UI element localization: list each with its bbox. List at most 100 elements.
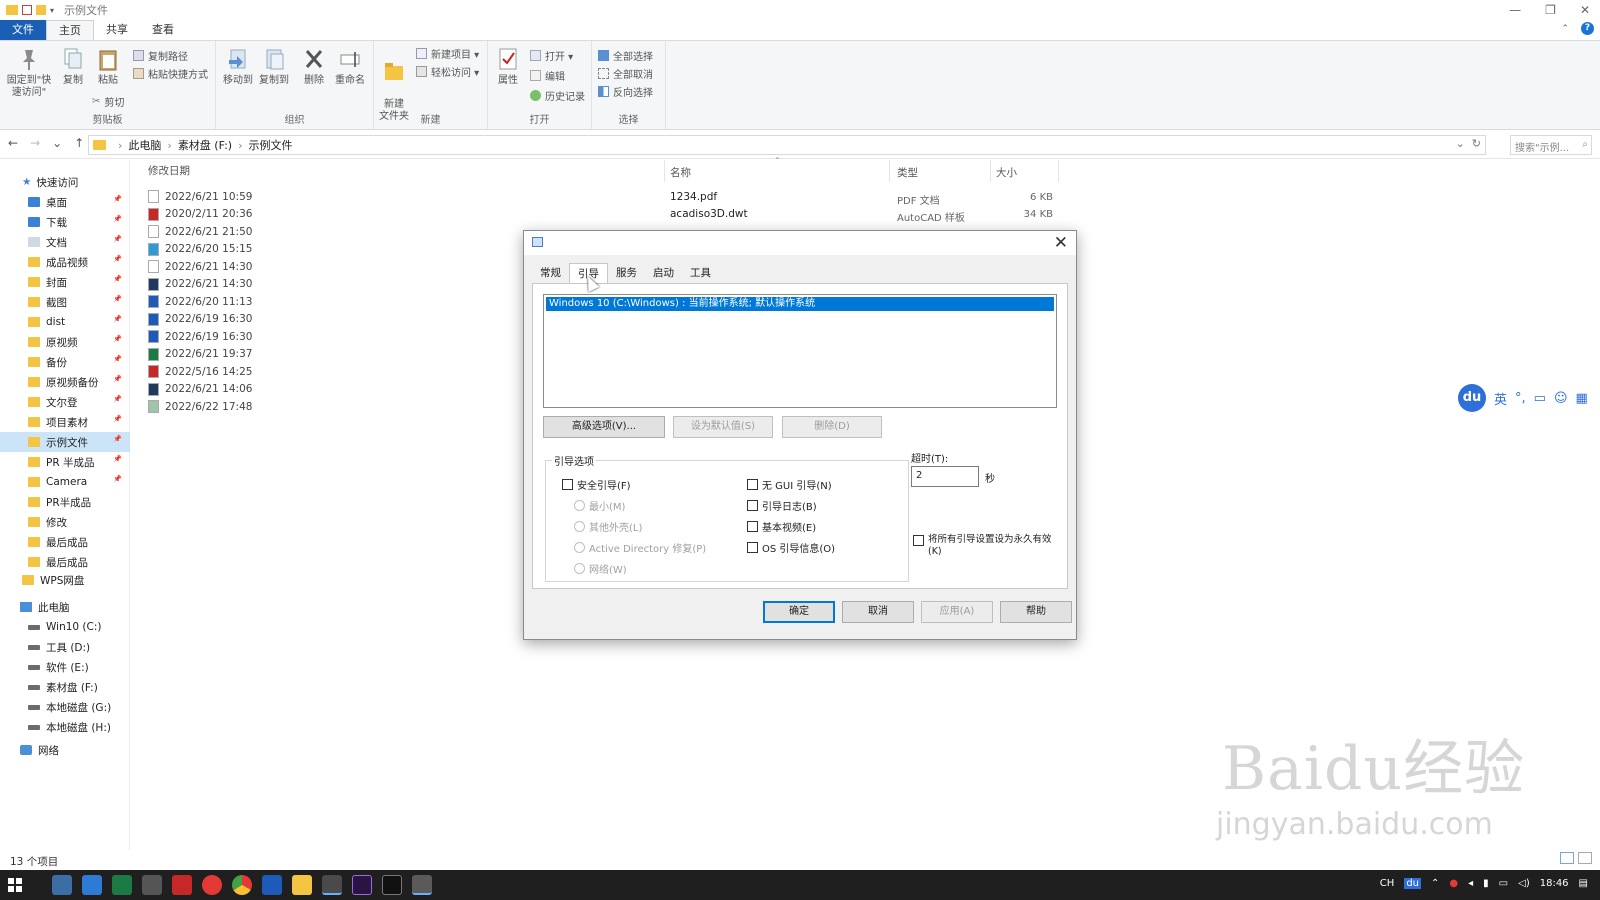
history-button[interactable]: 历史记录 [530, 87, 585, 103]
sidebar-item[interactable]: 文尔登 📌 [0, 392, 130, 412]
cancel-button[interactable]: 取消 [842, 601, 914, 623]
ok-button[interactable]: 确定 [763, 601, 835, 623]
breadcrumb-this-pc[interactable]: 此电脑 [128, 137, 161, 153]
breadcrumb-drive-f[interactable]: 素材盘 (F:) [178, 137, 232, 153]
open-button[interactable]: 打开 ▾ [530, 47, 573, 63]
file-row[interactable]: 2022/5/16 14:25 [148, 363, 252, 380]
boot-entry-list[interactable]: Windows 10 (C:\Windows) : 当前操作系统; 默认操作系统 [543, 294, 1057, 408]
forward-button[interactable]: → [30, 136, 40, 150]
file-row[interactable]: 2022/6/20 11:13 [148, 293, 252, 310]
sidebar-item[interactable]: 桌面 📌 [0, 192, 130, 212]
sidebar-item[interactable]: 文档 📌 [0, 232, 130, 252]
copy-button[interactable]: 复制 [55, 47, 91, 87]
path-dropdown-refresh[interactable]: ⌄ ↻ [1456, 137, 1481, 150]
paste-shortcut-button[interactable]: 粘贴快捷方式 [133, 65, 208, 81]
sidebar-network[interactable]: 网络 [0, 740, 130, 760]
sidebar-item[interactable]: 截图 📌 [0, 292, 130, 312]
file-row[interactable]: 2020/2/11 20:36 [148, 206, 252, 223]
network-radio[interactable]: 网络(W) [574, 561, 627, 576]
sidebar-drive[interactable]: 工具 (D:) [0, 637, 130, 657]
new-item-button[interactable]: 新建项目 ▾ [416, 45, 479, 61]
word-icon[interactable] [262, 875, 282, 895]
properties-button[interactable]: 属性 [490, 47, 526, 87]
collapse-ribbon-icon[interactable]: ⌃ [1561, 24, 1569, 34]
capcut-icon[interactable] [382, 875, 402, 895]
search-input[interactable]: 搜索"示例... ⌕ [1510, 135, 1592, 155]
acrobat-icon[interactable] [172, 875, 192, 895]
no-gui-boot-checkbox[interactable]: 无 GUI 引导(N) [747, 477, 832, 492]
file-row[interactable]: 2022/6/21 19:37 [148, 346, 252, 363]
help-button[interactable]: 帮助 [1000, 601, 1072, 623]
boot-entry-item[interactable]: Windows 10 (C:\Windows) : 当前操作系统; 默认操作系统 [546, 297, 1054, 311]
tab-home[interactable]: 主页 [46, 20, 94, 40]
advanced-options-button[interactable]: 高级选项(V)... [543, 416, 665, 438]
set-default-button[interactable]: 设为默认值(S) [673, 416, 773, 438]
recorder-icon[interactable] [202, 875, 222, 895]
file-row[interactable]: 2022/6/21 10:59 [148, 188, 252, 205]
file-row[interactable]: 2022/6/19 16:30 [148, 328, 252, 345]
sidebar-drive[interactable]: 本地磁盘 (G:) [0, 697, 130, 717]
safe-boot-checkbox[interactable]: 安全引导(F) [562, 477, 631, 492]
sidebar-drive[interactable]: 本地磁盘 (H:) [0, 717, 130, 737]
base-video-checkbox[interactable]: 基本视频(E) [747, 519, 816, 534]
file-row[interactable]: 2022/6/19 16:30 [148, 311, 252, 328]
sidebar-drive[interactable]: 软件 (E:) [0, 657, 130, 677]
new-folder-quick-icon[interactable] [36, 5, 46, 15]
tab-general[interactable]: 常规 [532, 263, 569, 284]
sidebar-this-pc[interactable]: 此电脑 [0, 597, 130, 617]
rename-button[interactable]: 重命名 [332, 47, 368, 87]
active-app-icon[interactable] [322, 875, 342, 895]
sidebar-item[interactable]: 示例文件 📌 [0, 432, 130, 452]
sidebar-item[interactable]: 修改 [0, 512, 130, 532]
select-all-button[interactable]: 全部选择 [598, 47, 653, 63]
tab-share[interactable]: 共享 [94, 20, 140, 40]
msconfig-taskbar-icon[interactable] [412, 875, 432, 895]
column-header-size[interactable]: 大小 [996, 165, 1017, 185]
recent-dropdown-button[interactable]: ⌄ [52, 136, 62, 150]
address-path-box[interactable]: › 此电脑 › 素材盘 (F:) › 示例文件 ⌄ ↻ [88, 135, 1486, 155]
column-header-type[interactable]: 类型 [897, 165, 918, 185]
sidebar-item[interactable]: 下载 📌 [0, 212, 130, 232]
cut-button[interactable]: ✂ 剪切 [92, 93, 124, 109]
minimal-radio[interactable]: 最小(M) [574, 498, 625, 513]
pin-quick-access-button[interactable]: 固定到"快速访问" [4, 47, 54, 99]
microphone-icon[interactable]: ▮ [1483, 878, 1489, 889]
sidebar-quick-access[interactable]: ★ 快速访问 [0, 172, 130, 192]
large-icons-view-icon[interactable] [1578, 852, 1592, 864]
delete-boot-button[interactable]: 删除(D) [782, 416, 882, 438]
skin-icon[interactable]: ▭ [1534, 391, 1546, 406]
sidebar-item[interactable]: 成品视频 📌 [0, 252, 130, 272]
file-name[interactable]: acadiso3D.dwt [670, 208, 748, 220]
tab-tools[interactable]: 工具 [682, 263, 719, 284]
file-row[interactable]: 2022/6/21 14:06 [148, 381, 252, 398]
tab-view[interactable]: 查看 [140, 20, 186, 40]
paste-button[interactable]: 粘贴 [90, 47, 126, 87]
windows-start-icon[interactable] [8, 878, 22, 892]
calculator-icon[interactable] [142, 875, 162, 895]
close-button[interactable]: ✕ [1580, 3, 1590, 17]
edit-button[interactable]: 编辑 [530, 67, 565, 83]
alternate-shell-radio[interactable]: 其他外壳(L) [574, 519, 642, 534]
sidebar-drive[interactable]: 素材盘 (F:) [0, 677, 130, 697]
file-row[interactable]: 2022/6/22 17:48 [148, 398, 252, 415]
sidebar-item[interactable]: 原视频 📌 [0, 332, 130, 352]
column-header-name[interactable]: 名称 [670, 165, 691, 185]
breadcrumb-example-files[interactable]: 示例文件 [248, 137, 292, 153]
menu-grid-icon[interactable]: ▦ [1576, 391, 1588, 406]
ad-repair-radio[interactable]: Active Directory 修复(P) [574, 540, 706, 555]
action-center-icon[interactable]: ▤ [1579, 878, 1588, 889]
delete-button[interactable]: 删除 [296, 47, 332, 87]
file-row[interactable]: 2022/6/21 14:30 [148, 258, 252, 275]
ime-language-toggle[interactable]: 英 [1494, 389, 1507, 408]
premiere-icon[interactable] [352, 875, 372, 895]
baidu-tray-icon[interactable]: du [1404, 878, 1421, 889]
clock-time[interactable]: 18:46 [1540, 878, 1569, 889]
file-explorer-icon[interactable] [292, 875, 312, 895]
antivirus-icon[interactable]: ● [1449, 878, 1458, 889]
file-row[interactable]: 2022/6/21 14:30 [148, 276, 252, 293]
easy-access-button[interactable]: 轻松访问 ▾ [416, 63, 479, 79]
customize-dropdown-icon[interactable]: ▾ [50, 6, 54, 15]
sidebar-item[interactable]: 备份 📌 [0, 352, 130, 372]
help-icon[interactable]: ? [1581, 22, 1594, 35]
timeout-input[interactable]: 2 [911, 466, 979, 487]
